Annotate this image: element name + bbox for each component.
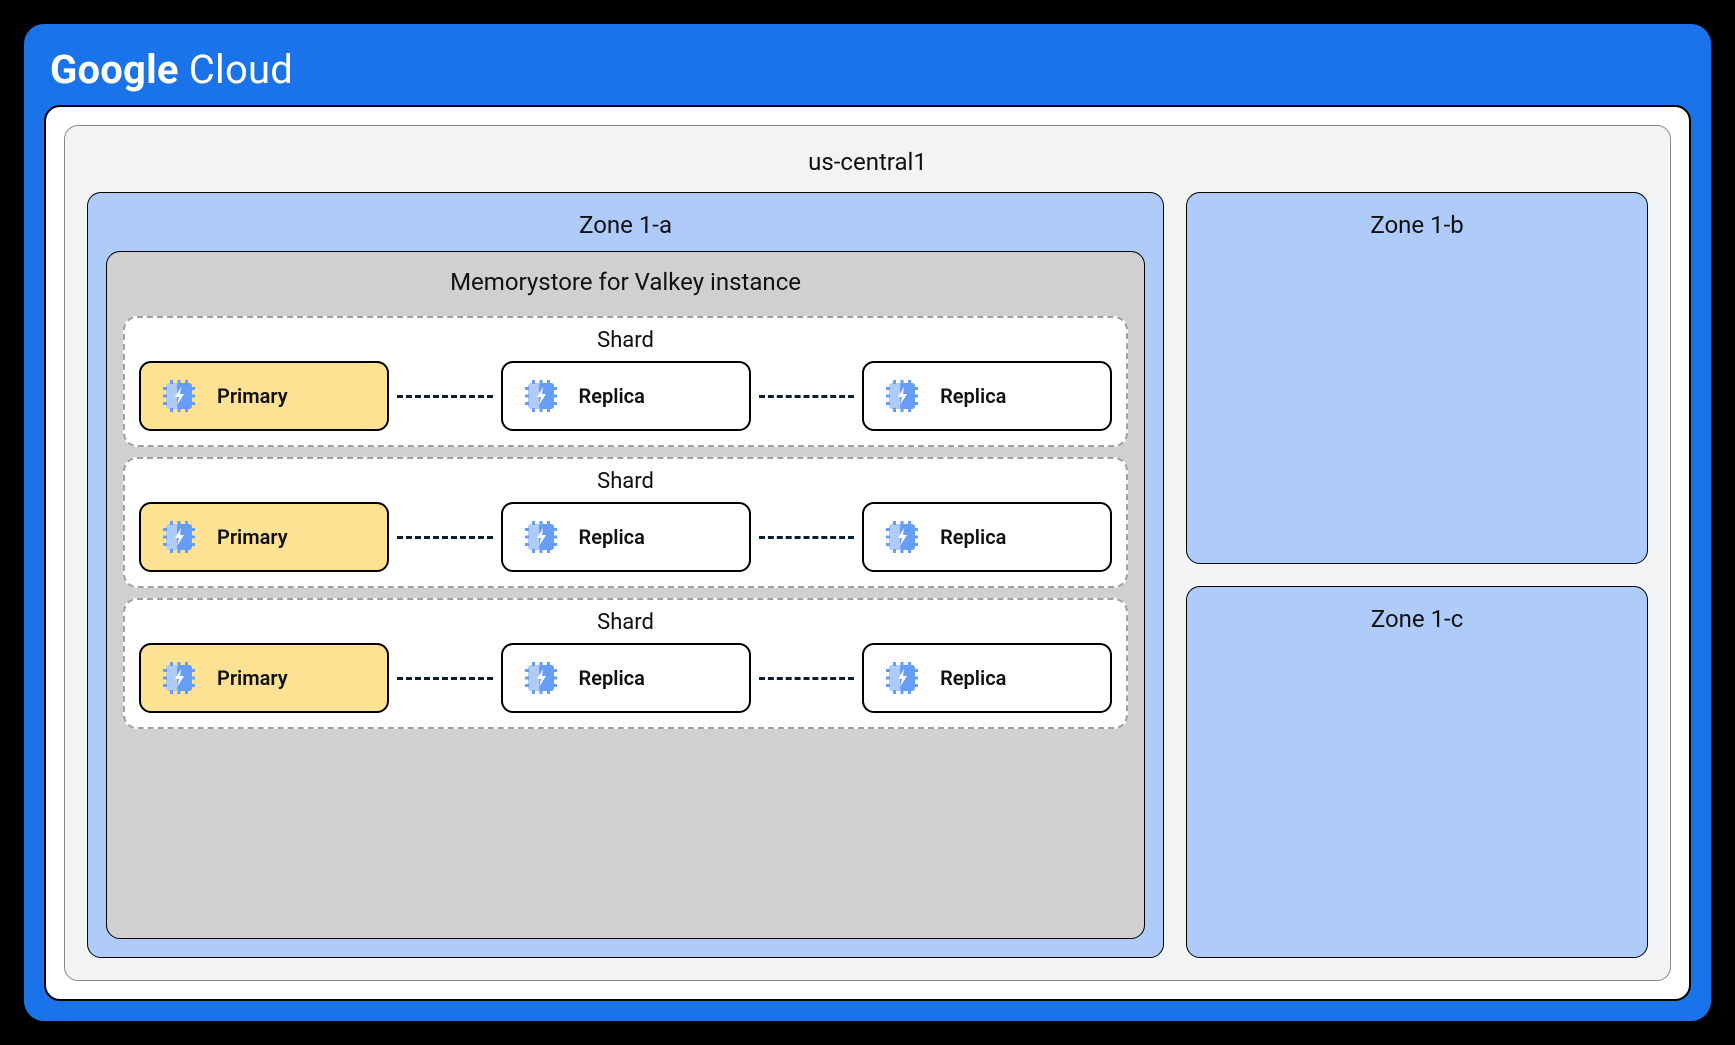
zone-b-box: Zone 1-b — [1186, 192, 1648, 564]
zone-a-box: Zone 1-a Memorystore for Valkey instance… — [87, 192, 1164, 958]
primary-node: Primary — [139, 643, 389, 713]
connection-line — [397, 677, 493, 680]
node-label: Replica — [579, 666, 645, 690]
connection-line — [759, 677, 855, 680]
primary-node: Primary — [139, 502, 389, 572]
node-label: Replica — [940, 384, 1006, 408]
node-label: Primary — [217, 525, 288, 549]
zone-c-box: Zone 1-c — [1186, 586, 1648, 958]
memorystore-chip-icon — [521, 658, 561, 698]
connection-line — [759, 395, 855, 398]
zone-a-column: Zone 1-a Memorystore for Valkey instance… — [87, 192, 1164, 958]
shard-nodes-row: Primary Replica — [139, 361, 1112, 431]
shard-nodes-row: Primary Replica — [139, 502, 1112, 572]
shard-title: Shard — [139, 467, 1112, 502]
shard-box: Shard Primary Replica — [123, 316, 1128, 447]
memorystore-chip-icon — [521, 517, 561, 557]
zone-a-title: Zone 1-a — [106, 207, 1145, 251]
white-inner-frame: us-central1 Zone 1-a Memorystore for Val… — [44, 105, 1691, 1001]
connection-line — [759, 536, 855, 539]
memorystore-chip-icon — [882, 376, 922, 416]
replica-node: Replica — [862, 502, 1112, 572]
replica-node: Replica — [501, 502, 751, 572]
google-cloud-frame: Google Cloud us-central1 Zone 1-a Memory… — [22, 22, 1713, 1023]
connection-line — [397, 536, 493, 539]
node-label: Replica — [579, 525, 645, 549]
memorystore-chip-icon — [882, 517, 922, 557]
region-title: us-central1 — [87, 142, 1648, 192]
replica-node: Replica — [862, 361, 1112, 431]
google-cloud-logo: Google Cloud — [44, 40, 1691, 105]
node-label: Replica — [940, 525, 1006, 549]
zones-bc-column: Zone 1-b Zone 1-c — [1186, 192, 1648, 958]
logo-bold: Google — [50, 46, 179, 93]
shard-box: Shard Primary Replica — [123, 598, 1128, 729]
replica-node: Replica — [862, 643, 1112, 713]
region-box: us-central1 Zone 1-a Memorystore for Val… — [64, 125, 1671, 981]
replica-node: Replica — [501, 643, 751, 713]
zone-c-title: Zone 1-c — [1205, 601, 1629, 645]
memorystore-chip-icon — [521, 376, 561, 416]
zones-row: Zone 1-a Memorystore for Valkey instance… — [87, 192, 1648, 958]
memorystore-instance-box: Memorystore for Valkey instance Shard Pr… — [106, 251, 1145, 939]
shard-title: Shard — [139, 326, 1112, 361]
node-label: Replica — [940, 666, 1006, 690]
shard-box: Shard Primary Replica — [123, 457, 1128, 588]
logo-light: Cloud — [189, 46, 293, 93]
replica-node: Replica — [501, 361, 751, 431]
connection-line — [397, 395, 493, 398]
shard-title: Shard — [139, 608, 1112, 643]
memorystore-chip-icon — [882, 658, 922, 698]
shard-nodes-row: Primary Replica — [139, 643, 1112, 713]
primary-node: Primary — [139, 361, 389, 431]
memorystore-chip-icon — [159, 376, 199, 416]
node-label: Primary — [217, 384, 288, 408]
zone-b-title: Zone 1-b — [1205, 207, 1629, 251]
node-label: Replica — [579, 384, 645, 408]
memorystore-chip-icon — [159, 517, 199, 557]
instance-title: Memorystore for Valkey instance — [123, 264, 1128, 306]
node-label: Primary — [217, 666, 288, 690]
memorystore-chip-icon — [159, 658, 199, 698]
